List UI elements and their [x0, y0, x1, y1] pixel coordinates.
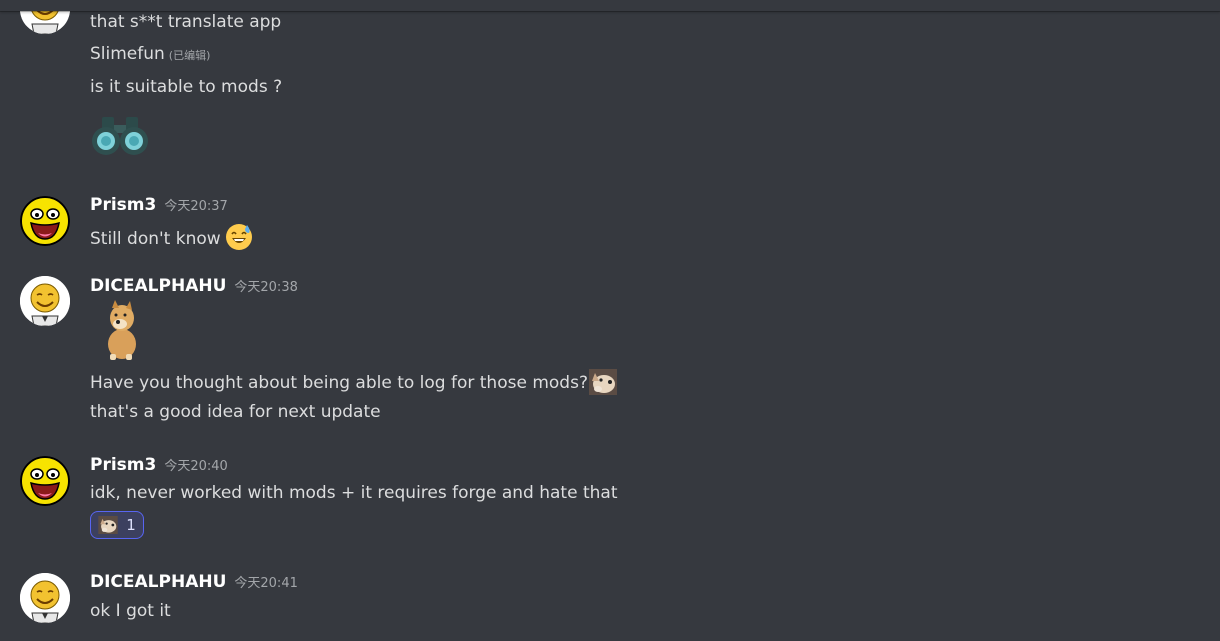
- avatar[interactable]: [20, 456, 70, 506]
- message-text: idk, never worked with mods + it require…: [90, 483, 618, 503]
- message-text: is it suitable to mods ?: [90, 77, 283, 97]
- reaction-count: 1: [126, 516, 136, 534]
- message-list[interactable]: that s**t translate app Slimefun (已编辑) is…: [0, 0, 1220, 641]
- message-header: Prism3 今天20:40: [90, 455, 228, 475]
- message-text: Slimefun (已编辑): [90, 43, 210, 67]
- timestamp[interactable]: 今天20:41: [234, 576, 297, 591]
- message-text: ok I got it: [90, 601, 171, 621]
- avatar[interactable]: [20, 573, 70, 623]
- avatar[interactable]: [20, 196, 70, 246]
- edited-label: (已编辑): [168, 49, 211, 62]
- message-text: that's a good idea for next update: [90, 402, 381, 422]
- message-header: DICEALPHAHU 今天20:41: [90, 572, 298, 592]
- message-header: Prism3 今天20:37: [90, 195, 228, 215]
- channel-header-edge: [0, 0, 1220, 11]
- cheems-doge-sticker[interactable]: [98, 300, 144, 362]
- timestamp[interactable]: 今天20:37: [164, 199, 227, 214]
- doge-emoji: [98, 516, 118, 534]
- username[interactable]: Prism3: [90, 195, 156, 215]
- message-text-content: Have you thought about being able to log…: [90, 373, 588, 393]
- username[interactable]: DICEALPHAHU: [90, 276, 226, 296]
- username[interactable]: Prism3: [90, 455, 156, 475]
- timestamp[interactable]: 今天20:40: [164, 459, 227, 474]
- timestamp[interactable]: 今天20:38: [234, 280, 297, 295]
- message-text: Have you thought about being able to log…: [90, 369, 617, 401]
- avatar[interactable]: [20, 276, 70, 326]
- username[interactable]: DICEALPHAHU: [90, 572, 226, 592]
- reaction-button[interactable]: 1: [90, 511, 144, 539]
- binoculars-emoji[interactable]: [90, 115, 150, 157]
- message-header: DICEALPHAHU 今天20:38: [90, 276, 298, 296]
- message-text-content: Still don't know: [90, 229, 221, 249]
- message-text-content: Slimefun: [90, 44, 165, 64]
- message-text: that s**t translate app: [90, 12, 282, 32]
- sweat-smile-emoji[interactable]: [225, 223, 253, 257]
- doge-emoji[interactable]: [588, 369, 617, 401]
- message-text: Still don't know: [90, 223, 253, 257]
